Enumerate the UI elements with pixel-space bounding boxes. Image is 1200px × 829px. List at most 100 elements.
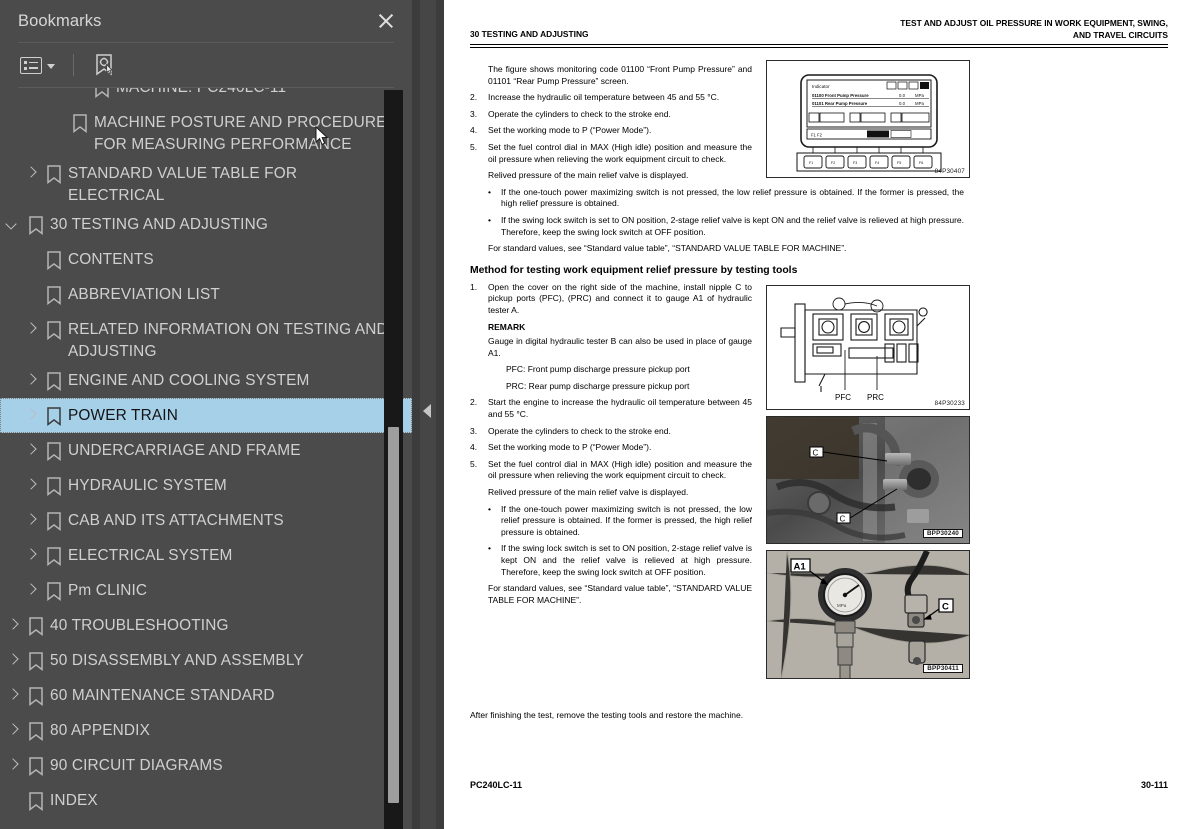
collapse-panel-left-icon[interactable] [423,404,431,418]
bookmark-icon [24,748,50,783]
chevron-right-icon[interactable] [20,433,42,468]
bookmark-item[interactable]: INDEX [0,783,412,818]
bookmark-item-label: 90 CIRCUIT DIAGRAMS [50,757,223,774]
chevron-right-icon[interactable] [20,156,42,191]
bullet-list-2: • If the one-touch power maximizing swit… [470,504,752,579]
bookmark-options-button[interactable] [18,55,57,76]
document-view[interactable]: 30 TESTING AND ADJUSTING TEST AND ADJUST… [444,0,1200,829]
bookmark-item-label: 60 MAINTENANCE STANDARD [50,687,275,704]
figure-label-c3: C [942,602,949,613]
bookmark-item[interactable]: ELECTRICAL SYSTEM [0,538,412,573]
bookmark-item-label: RELATED INFORMATION ON TESTING AND ADJUS… [68,321,388,360]
chevron-right-icon[interactable] [20,468,42,503]
chevron-right-icon[interactable] [20,398,42,433]
bookmark-item[interactable]: 80 APPENDIX [0,713,412,748]
bookmark-tree: MACHINE: PC240LC-11 MACHINE POSTURE AND P… [0,88,412,827]
bookmark-icon [42,363,68,398]
bookmark-item[interactable]: MACHINE: PC240LC-11 [0,88,412,105]
figure-gauge-photo: MPa A1 C BPP30411 [766,550,970,679]
bookmark-item[interactable]: MACHINE POSTURE AND PROCEDURE FOR MEASUR… [0,105,412,156]
new-bookmark-button[interactable] [90,51,118,79]
svg-text:MPa: MPa [915,93,924,98]
text-column-2: 1. Open the cover on the right side of t… [470,282,752,607]
svg-text:01100 Front Pump Pressure: 01100 Front Pump Pressure [812,93,869,98]
bookmark-item[interactable]: HYDRAULIC SYSTEM [0,468,412,503]
svg-text:0.0: 0.0 [899,101,906,106]
chevron-down-icon[interactable] [2,207,24,242]
bookmark-icon [42,468,68,503]
bookmark-item[interactable]: CONTENTS [0,242,412,277]
bookmark-icon [24,608,50,643]
new-bookmark-icon [96,54,113,76]
text-column: The figure shows monitoring code 01100 “… [470,64,752,165]
header-rule [470,44,1168,48]
bookmark-item-label: STANDARD VALUE TABLE FOR ELECTRICAL [68,165,298,204]
chevron-right-icon[interactable] [20,538,42,573]
bullet-dot-icon: • [488,543,491,554]
bookmark-item[interactable]: 30 TESTING AND ADJUSTING [0,207,412,242]
bookmark-icon [42,398,68,433]
svg-text:F5: F5 [897,161,901,165]
chevron-right-icon[interactable] [20,503,42,538]
bullet-dot-icon: • [488,503,491,514]
list-item: 5. Set the fuel control dial in MAX (Hig… [470,458,752,481]
svg-text:0.0: 0.0 [899,93,906,98]
bookmark-item[interactable]: ENGINE AND COOLING SYSTEM [0,363,412,398]
bookmark-item[interactable]: 90 CIRCUIT DIAGRAMS [0,748,412,783]
arrow-spacer [20,277,42,312]
bookmark-item[interactable]: UNDERCARRIAGE AND FRAME [0,433,412,468]
bookmark-icon [42,573,68,608]
list-item: • If the swing lock switch is set to ON … [488,543,752,577]
footer-machine-model: PC240LC-11 [470,780,523,790]
arrow-spacer [46,105,68,140]
bullet-dot-icon: • [488,186,491,197]
relief-note-2: Relived pressure of the main relief valv… [488,487,689,498]
bookmark-item-label: MACHINE: PC240LC-11 [116,88,286,99]
list-item: • If the swing lock switch is set to ON … [488,214,964,237]
bookmark-item-label: 80 APPENDIX [50,722,151,739]
bookmark-item[interactable]: CAB AND ITS ATTACHMENTS [0,503,412,538]
chevron-right-icon[interactable] [20,312,42,347]
figure-caption: 84P30407 [934,168,965,175]
svg-text:F6: F6 [919,161,923,165]
chevron-right-icon[interactable] [2,608,24,643]
chevron-right-icon[interactable] [20,573,42,608]
bookmark-icon [42,433,68,468]
list-item: 2. Start the engine to increase the hydr… [470,397,752,420]
svg-text:MPa: MPa [915,101,924,106]
bookmark-item[interactable]: 50 DISASSEMBLY AND ASSEMBLY [0,643,412,678]
bookmark-item[interactable]: 40 TROUBLESHOOTING [0,608,412,643]
close-icon[interactable] [374,9,398,33]
bookmark-item-label: ABBREVIATION LIST [68,286,220,303]
standard-values-ref-2: For standard values, see “Standard value… [488,583,752,605]
page-footer: PC240LC-11 30-111 [470,780,1168,790]
sidebar-scrollbar-track[interactable] [384,90,403,829]
svg-text:F4: F4 [875,161,879,165]
bookmarks-panel-header: Bookmarks [0,0,412,42]
bookmark-icon [24,678,50,713]
chevron-right-icon[interactable] [2,678,24,713]
bookmark-item[interactable]: Pm CLINIC [0,573,412,608]
bookmark-item-label: INDEX [50,792,98,809]
panel-splitter[interactable] [412,0,444,829]
bookmark-icon [42,538,68,573]
chevron-right-icon[interactable] [2,748,24,783]
list-item: 2. Increase the hydraulic oil temperatur… [470,92,720,103]
svg-text:F1: F1 [809,161,813,165]
list-item: 4. Set the working mode to P (“Power Mod… [470,442,652,453]
bookmark-icon [90,88,116,105]
sidebar-scrollbar-thumb[interactable] [388,427,399,803]
bookmark-item[interactable]: POWER TRAIN [0,398,412,433]
chevron-right-icon[interactable] [20,363,42,398]
chevron-right-icon[interactable] [2,643,24,678]
list-item: 5. Set the fuel control dial in MAX (Hig… [470,141,752,164]
arrow-spacer [20,242,42,277]
bookmark-item[interactable]: 60 MAINTENANCE STANDARD [0,678,412,713]
bookmark-icon [42,312,68,347]
bookmark-item[interactable]: STANDARD VALUE TABLE FOR ELECTRICAL [0,156,412,207]
bookmark-item[interactable]: ABBREVIATION LIST [0,277,412,312]
arrow-spacer [2,783,24,818]
bookmark-item[interactable]: RELATED INFORMATION ON TESTING AND ADJUS… [0,312,412,363]
chevron-right-icon[interactable] [2,713,24,748]
bookmark-icon [68,105,94,140]
